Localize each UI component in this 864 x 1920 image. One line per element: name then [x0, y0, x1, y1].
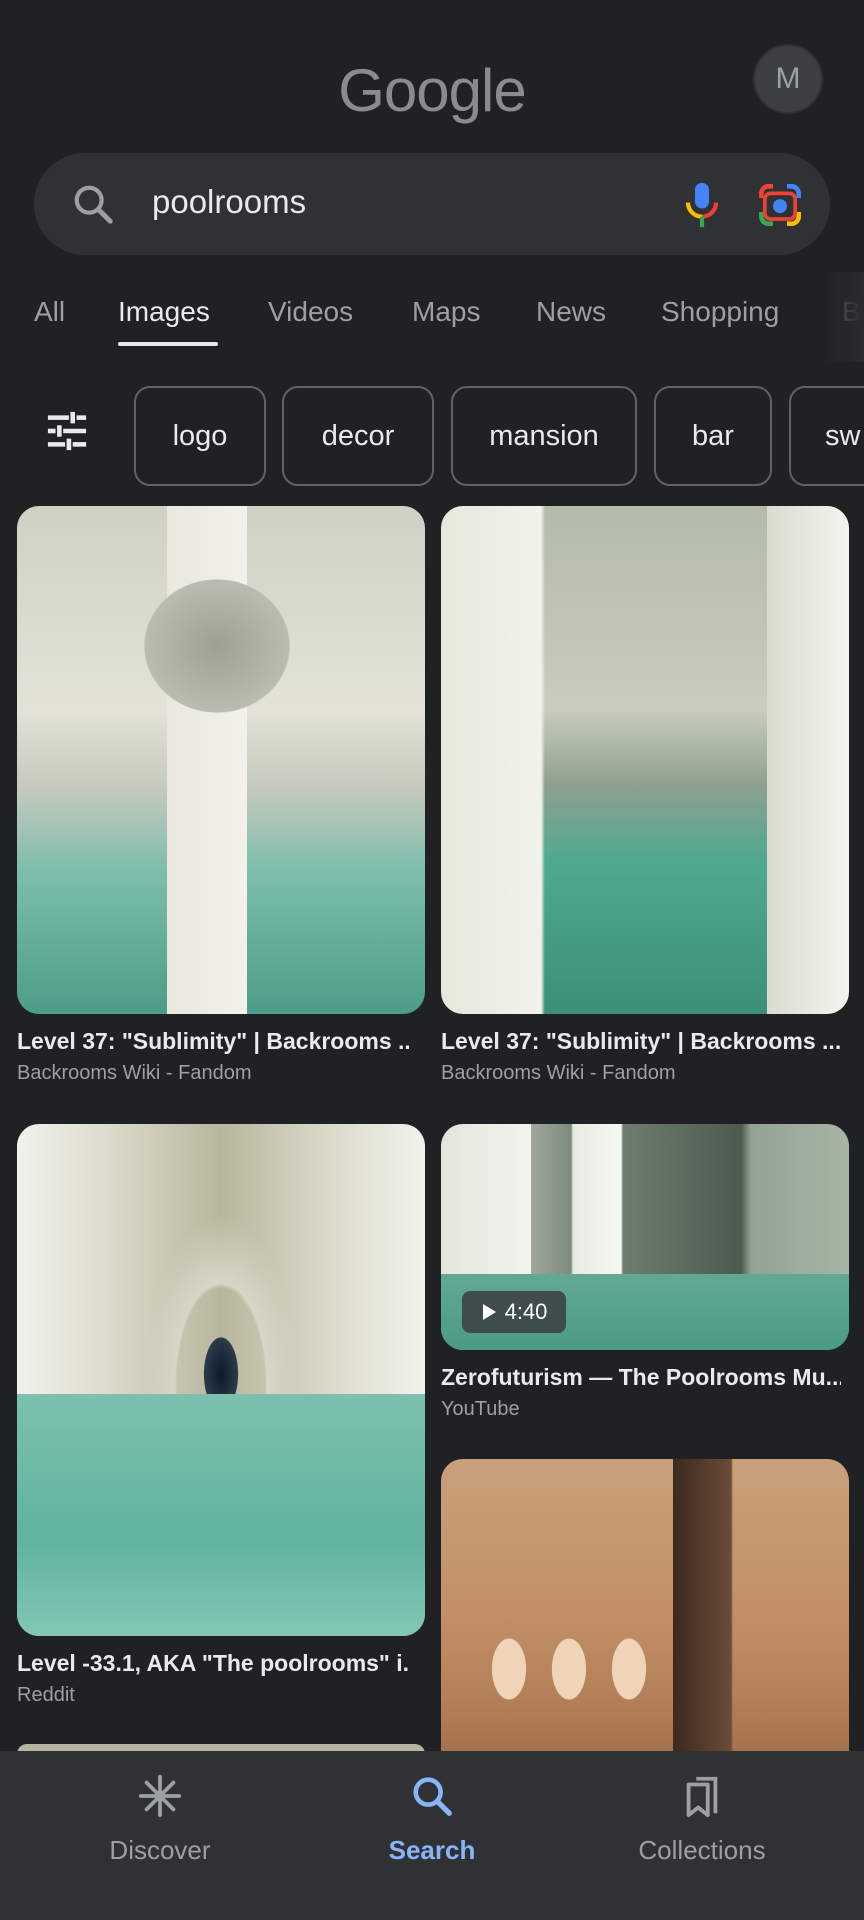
tab-maps[interactable]: Maps: [412, 296, 480, 328]
result-source[interactable]: Backrooms Wiki - Fandom: [17, 1062, 252, 1085]
result-source[interactable]: Backrooms Wiki - Fandom: [441, 1062, 676, 1085]
nav-collections[interactable]: Collections: [558, 1751, 846, 1920]
account-avatar[interactable]: M: [753, 44, 823, 114]
result-source[interactable]: YouTube: [441, 1398, 520, 1421]
google-logo[interactable]: Google: [0, 56, 864, 125]
bottom-navigation: Discover Search Collections: [0, 1751, 864, 1920]
chip-sw[interactable]: sw: [789, 386, 864, 486]
video-duration-badge: 4:40: [462, 1291, 566, 1333]
bookmarks-icon: [686, 1776, 718, 1818]
result-source[interactable]: Reddit: [17, 1684, 75, 1707]
chip-decor[interactable]: decor: [282, 386, 434, 486]
search-bar[interactable]: poolrooms: [34, 153, 830, 255]
chip-bar[interactable]: bar: [654, 386, 772, 486]
result-title[interactable]: Zerofuturism — The Poolrooms Mu...: [441, 1364, 841, 1391]
tab-all[interactable]: All: [34, 296, 65, 328]
nav-label: Collections: [638, 1835, 766, 1865]
lens-icon[interactable]: [750, 177, 810, 233]
nav-search[interactable]: Search: [288, 1751, 576, 1920]
tab-shopping[interactable]: Shopping: [661, 296, 779, 328]
result-title[interactable]: Level 37: "Sublimity" | Backrooms ...: [441, 1028, 841, 1055]
result-title[interactable]: Level -33.1, AKA "The poolrooms" i...: [17, 1650, 409, 1677]
mic-icon[interactable]: [672, 177, 732, 233]
tab-images[interactable]: Images: [118, 296, 210, 328]
result-image[interactable]: [441, 1459, 849, 1779]
search-icon: [413, 1777, 452, 1816]
result-image-slides: [479, 1609, 659, 1729]
video-duration: 4:40: [504, 1299, 548, 1324]
chip-logo[interactable]: logo: [134, 386, 266, 486]
result-image[interactable]: [17, 506, 425, 1014]
tune-icon[interactable]: [44, 410, 90, 452]
result-image[interactable]: [17, 1124, 425, 1636]
tab-videos[interactable]: Videos: [268, 296, 353, 328]
nav-label: Discover: [109, 1835, 211, 1865]
active-tab-indicator: [118, 342, 218, 346]
search-tabs: All Images Videos Maps News Shopping B: [0, 296, 864, 356]
result-image[interactable]: [441, 506, 849, 1014]
nav-discover[interactable]: Discover: [16, 1751, 304, 1920]
chip-mansion[interactable]: mansion: [451, 386, 637, 486]
result-image-water: [17, 1394, 425, 1636]
tab-news[interactable]: News: [536, 296, 606, 328]
result-title[interactable]: Level 37: "Sublimity" | Backrooms ...: [17, 1028, 409, 1055]
search-icon[interactable]: [70, 181, 116, 227]
tabs-fade: [820, 272, 864, 362]
nav-label: Search: [388, 1835, 476, 1865]
play-icon: [482, 1304, 496, 1320]
asterisk-icon: [138, 1774, 182, 1818]
search-query[interactable]: poolrooms: [152, 183, 306, 221]
